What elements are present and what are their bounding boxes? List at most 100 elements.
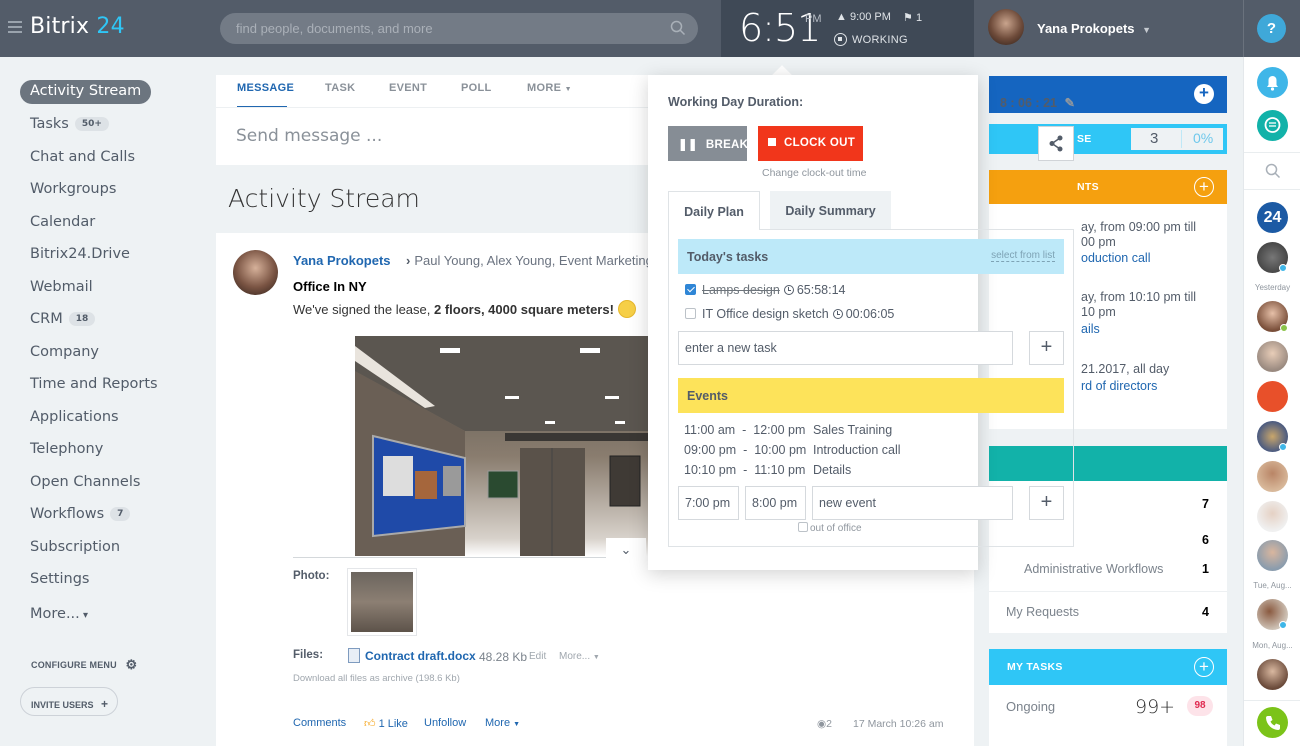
clock-out-button[interactable]: CLOCK OUT xyxy=(758,126,863,161)
chat-button[interactable] xyxy=(1257,110,1288,141)
post-more-menu[interactable]: More ▼ xyxy=(485,717,520,729)
tab-message[interactable]: MESSAGE xyxy=(237,82,294,94)
chat-avatar[interactable] xyxy=(1257,341,1288,372)
sidebar-item-applications[interactable]: Applications xyxy=(20,406,129,430)
post-image[interactable] xyxy=(355,336,675,556)
tab-event[interactable]: EVENT xyxy=(389,82,427,94)
sidebar-item-workgroups[interactable]: Workgroups xyxy=(20,178,126,202)
change-clockout-link[interactable]: Change clock-out time xyxy=(762,167,866,179)
tab-poll[interactable]: POLL xyxy=(461,82,492,94)
chat-avatar[interactable] xyxy=(1257,659,1288,690)
sidebar-item-crm[interactable]: CRM 18 xyxy=(20,308,105,332)
event-row[interactable]: 10:10 pm - 11:10 pm Details xyxy=(684,463,851,477)
sidebar-item-time-and-reports[interactable]: Time and Reports xyxy=(20,373,168,397)
tab-daily-plan[interactable]: Daily Plan xyxy=(668,191,760,230)
tab-more[interactable]: MORE ▼ xyxy=(527,82,572,94)
sidebar-item-company[interactable]: Company xyxy=(20,341,109,365)
bitrix24-chat[interactable]: 24 xyxy=(1257,202,1288,233)
stats-box: 3 0% xyxy=(1131,128,1223,150)
clock-widget[interactable]: 6:51 PM ▲ 9:00 PM ⚑ 1 WORKING xyxy=(721,0,974,57)
event-row[interactable]: 11:00 am - 12:00 pm Sales Training xyxy=(684,423,892,437)
pencil-icon[interactable]: ✎ xyxy=(1064,96,1074,110)
tab-task[interactable]: TASK xyxy=(325,82,355,94)
eye-icon: ◉ xyxy=(817,718,827,730)
event-link[interactable]: rd of directors xyxy=(1081,379,1157,393)
sidebar-item-subscription[interactable]: Subscription xyxy=(20,536,130,560)
file-more-menu[interactable]: More... ▼ xyxy=(559,651,600,662)
chat-avatar[interactable] xyxy=(1257,540,1288,571)
open-channel-chat[interactable] xyxy=(1257,381,1288,412)
sidebar-item-telephony[interactable]: Telephony xyxy=(20,438,113,462)
sidebar-item-bitrix24-drive[interactable]: Bitrix24.Drive xyxy=(20,243,140,267)
add-event-icon[interactable]: + xyxy=(1194,177,1214,197)
call-button[interactable] xyxy=(1257,707,1288,738)
workflow-row[interactable]: Administrative Workflows xyxy=(989,562,1227,576)
event-end-input[interactable] xyxy=(745,486,806,520)
logo[interactable]: Bitrix 24 xyxy=(30,14,125,39)
search-icon[interactable] xyxy=(1265,163,1281,179)
sidebar-item-workflows[interactable]: Workflows 7 xyxy=(20,503,140,527)
sidebar-item-calendar[interactable]: Calendar xyxy=(20,211,105,235)
chat-avatar[interactable] xyxy=(1257,301,1288,332)
comments-link[interactable]: Comments xyxy=(293,717,346,729)
task-name[interactable]: Lamps design xyxy=(702,283,780,297)
invite-users-button[interactable]: INVITE USERS + xyxy=(20,687,118,716)
chat-avatar[interactable] xyxy=(1257,461,1288,492)
sidebar-item-webmail[interactable]: Webmail xyxy=(20,276,103,300)
task-status-label[interactable]: Ongoing xyxy=(1006,699,1055,714)
tab-daily-summary[interactable]: Daily Summary xyxy=(770,191,891,230)
sidebar-item-open-channels[interactable]: Open Channels xyxy=(20,471,150,495)
event-link[interactable]: ails xyxy=(1081,322,1100,336)
unfollow-link[interactable]: Unfollow xyxy=(424,717,466,729)
task-checkbox[interactable] xyxy=(685,284,696,295)
chat-avatar[interactable] xyxy=(1257,421,1288,452)
share-button[interactable] xyxy=(1038,126,1074,161)
select-from-list-link[interactable]: select from list xyxy=(991,250,1055,262)
help-button[interactable]: ? xyxy=(1257,14,1286,43)
photo-thumbnail[interactable] xyxy=(347,568,417,636)
like-button[interactable]: 👍︎ 1 Like xyxy=(364,717,408,730)
sidebar-item-chat-and-calls[interactable]: Chat and Calls xyxy=(20,146,145,170)
add-task-icon[interactable]: + xyxy=(1194,657,1214,677)
event-start-input[interactable] xyxy=(678,486,739,520)
chat-avatar[interactable] xyxy=(1257,242,1288,273)
post-recipients: › Paul Young, Alex Young, Event Marketing xyxy=(406,253,653,268)
configure-menu-button[interactable]: CONFIGURE MENU ⚙ xyxy=(31,657,137,673)
notifications-button[interactable] xyxy=(1257,67,1288,98)
task-checkbox[interactable] xyxy=(685,308,696,319)
author-avatar[interactable] xyxy=(233,250,278,295)
message-input[interactable]: Send message ... xyxy=(236,126,382,146)
sidebar-item-label: Company xyxy=(30,344,99,360)
configure-menu-label: CONFIGURE MENU xyxy=(31,660,117,670)
download-all-link[interactable]: Download all files as archive (198.6 Kb) xyxy=(293,673,460,684)
menu-icon[interactable] xyxy=(8,21,22,33)
break-button[interactable]: ❚❚ BREAK xyxy=(668,126,748,161)
sidebar-item-activity-stream[interactable]: Activity Stream xyxy=(20,80,152,104)
new-task-input[interactable] xyxy=(678,331,1013,365)
add-task-button[interactable]: + xyxy=(1029,331,1064,365)
add-circle-icon[interactable]: + xyxy=(1194,84,1214,104)
event-row[interactable]: 09:00 pm - 10:00 pm Introduction call xyxy=(684,443,901,457)
expand-chevron-icon[interactable]: ⌄ xyxy=(606,538,646,563)
my-tasks-header: MY TASKS + xyxy=(989,649,1227,685)
chat-avatar[interactable] xyxy=(1257,599,1288,630)
post-author[interactable]: Yana Prokopets xyxy=(293,253,391,268)
search-input[interactable] xyxy=(236,13,656,44)
add-event-button[interactable]: + xyxy=(1029,486,1064,520)
out-of-office-checkbox[interactable] xyxy=(798,522,808,532)
sidebar-item-settings[interactable]: Settings xyxy=(20,568,99,592)
new-event-input[interactable] xyxy=(812,486,1013,520)
task-time: 00:06:05 xyxy=(845,307,895,321)
chat-avatar[interactable] xyxy=(1257,501,1288,532)
task-name[interactable]: IT Office design sketch xyxy=(702,307,829,321)
sidebar-item-more[interactable]: More... ▾ xyxy=(20,603,98,627)
out-of-office-option[interactable]: out of office xyxy=(798,522,862,534)
event-date-end: 10 pm xyxy=(1081,305,1116,319)
sidebar-item-tasks[interactable]: Tasks 50+ xyxy=(20,113,119,137)
my-requests-row[interactable]: My Requests xyxy=(989,605,1227,619)
search-icon[interactable] xyxy=(670,20,686,36)
file-edit-link[interactable]: Edit xyxy=(529,651,546,662)
file-link[interactable]: Contract draft.docx xyxy=(365,649,476,663)
sidebar-item-label: Subscription xyxy=(30,539,121,555)
event-link[interactable]: oduction call xyxy=(1081,251,1151,265)
